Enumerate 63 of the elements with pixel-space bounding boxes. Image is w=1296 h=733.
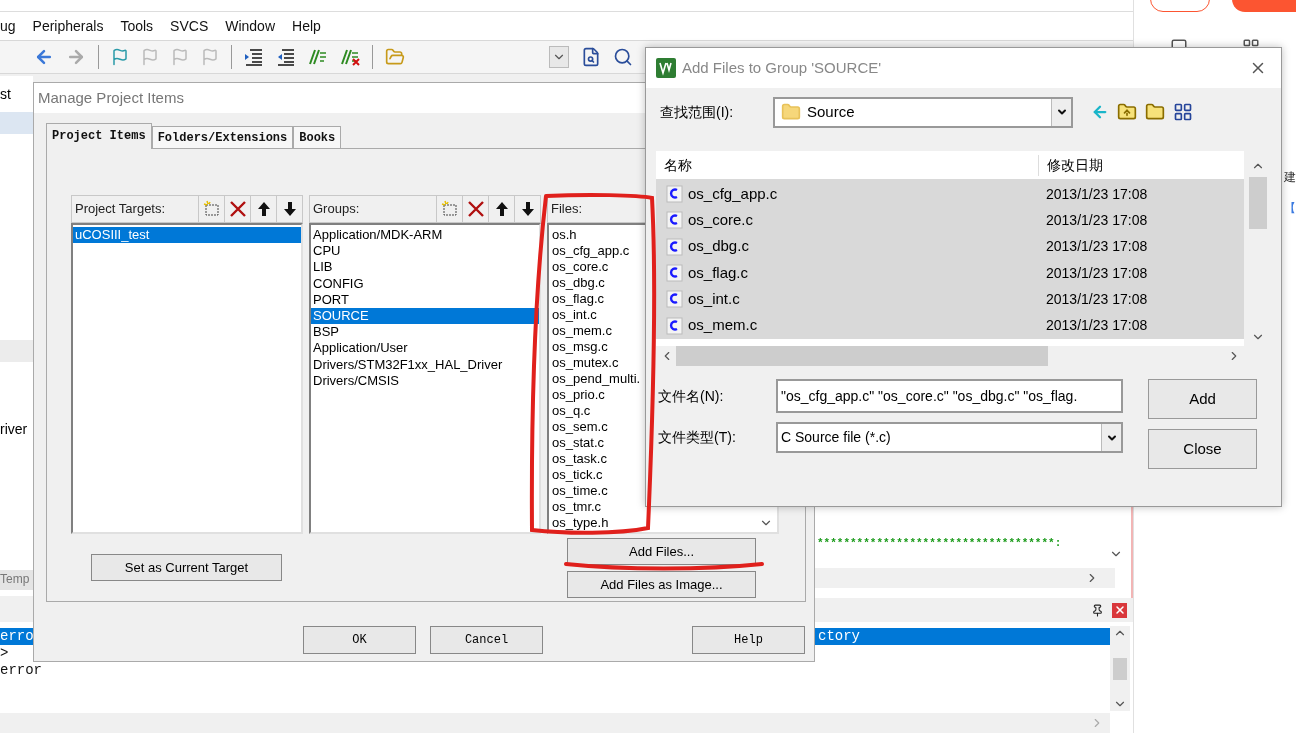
menu-item[interactable]: Tools	[120, 15, 154, 37]
list-label: Project Targets:	[75, 200, 166, 219]
add-files-button[interactable]: Add Files...	[567, 538, 756, 565]
dialog-button[interactable]: Close	[1148, 429, 1257, 469]
file-name-field[interactable]: "os_cfg_app.c" "os_core.c" "os_dbg.c" "os_flag.	[776, 379, 1123, 413]
dialog-button[interactable]: Add	[1148, 379, 1257, 419]
column-header[interactable]: 名称	[656, 154, 1038, 176]
dropdown-value: C Source file (*.c)	[781, 428, 892, 447]
file-date: 2013/1/23 17:08	[1045, 184, 1148, 204]
menu-item[interactable]: Peripherals	[32, 15, 104, 37]
field-label: 文件类型(T):	[658, 428, 737, 447]
tree-item-text: river	[0, 420, 28, 439]
list-label: Files:	[551, 200, 583, 219]
file-name: os_dbg.c	[688, 236, 749, 257]
menu-item[interactable]: Help	[292, 15, 321, 37]
field-label: 文件名(N):	[658, 386, 725, 406]
list-item[interactable]: Application/User	[311, 340, 539, 357]
file-date: 2013/1/23 17:08	[1045, 263, 1148, 283]
look-in-dropdown[interactable]: Source	[773, 96, 1073, 128]
side-text: 建	[1284, 169, 1296, 186]
side-link[interactable]: 【	[1284, 199, 1296, 217]
file-name: os_mem.c	[688, 315, 758, 336]
file-name: os_cfg_app.c	[688, 183, 778, 204]
window-title: Manage Project Items	[38, 87, 184, 108]
dialog-button[interactable]: Cancel	[430, 626, 543, 654]
file-date: 2013/1/23 17:08	[1045, 210, 1148, 230]
dropdown-value: Source	[807, 101, 856, 122]
file-date: 2013/1/23 17:08	[1045, 316, 1148, 336]
list-item[interactable]: Drivers/STM32F1xx_HAL_Driver	[311, 356, 539, 373]
file-date: 2013/1/23 17:08	[1045, 289, 1148, 309]
list-item[interactable]: os_type.h	[549, 515, 777, 531]
file-name: os_int.c	[688, 289, 740, 310]
tab[interactable]: Books	[293, 126, 342, 148]
list-item[interactable]: uCOSIII_test	[73, 227, 301, 243]
tab[interactable]: Project Items	[46, 123, 152, 149]
field-label: 查找范围(I):	[660, 102, 735, 122]
file-name: os_core.c	[688, 210, 754, 231]
list-item[interactable]: Application/MDK-ARM	[311, 227, 539, 244]
set-target-button[interactable]: Set as Current Target	[91, 554, 282, 581]
list-item[interactable]: Drivers/CMSIS	[311, 372, 539, 389]
menu-item[interactable]: Window	[225, 15, 275, 37]
list-item[interactable]: BSP	[311, 324, 539, 341]
tab[interactable]: Folders/Extensions	[151, 126, 294, 148]
add-files-as-image-button[interactable]: Add Files as Image...	[567, 571, 756, 598]
file-date: 2013/1/23 17:08	[1045, 237, 1148, 257]
list-item[interactable]: CONFIG	[311, 275, 539, 292]
code-line: ************************************:	[817, 536, 1062, 551]
window-title: Add Files to Group 'SOURCE'	[682, 57, 882, 78]
list-item[interactable]: LIB	[311, 259, 539, 276]
panel-tab[interactable]: Temp	[0, 570, 33, 590]
output-text: ctory	[818, 628, 860, 645]
menu-item[interactable]: ug	[0, 15, 16, 37]
file-name: os_flag.c	[688, 262, 749, 283]
dialog-button[interactable]: Help	[692, 626, 805, 654]
list-item[interactable]: PORT	[311, 291, 539, 308]
tree-item-text: st	[0, 85, 11, 104]
dialog-button[interactable]: OK	[303, 626, 416, 654]
column-header[interactable]: 修改日期	[1038, 154, 1103, 176]
file-type-dropdown[interactable]: C Source file (*.c)	[776, 422, 1123, 453]
list-item[interactable]: SOURCE	[311, 307, 539, 325]
menu-item[interactable]: SVCS	[170, 15, 209, 37]
list-label: Groups:	[313, 200, 360, 219]
list-item[interactable]: CPU	[311, 243, 539, 260]
